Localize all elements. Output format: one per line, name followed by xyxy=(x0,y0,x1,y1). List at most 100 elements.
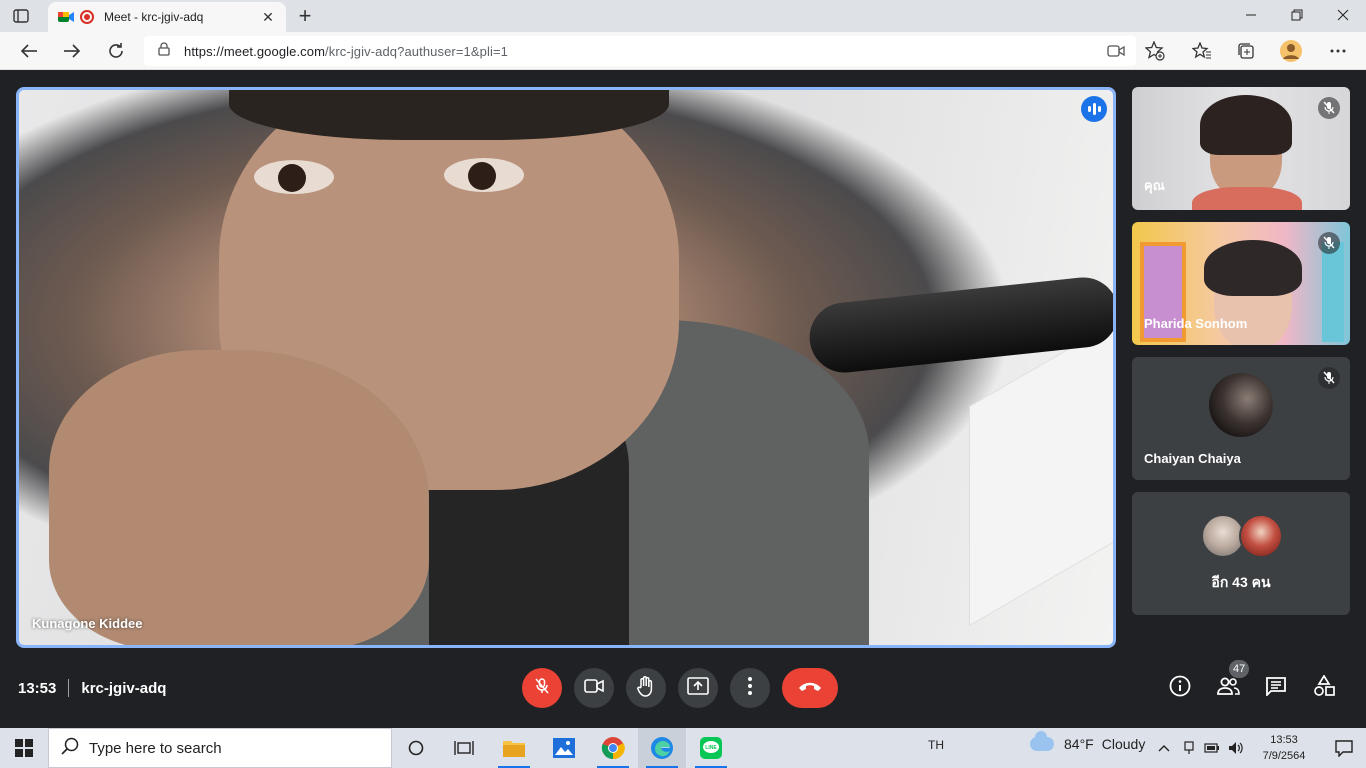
meeting-info-button[interactable] xyxy=(1163,671,1197,705)
meeting-details: 13:53 krc-jgiv-adq xyxy=(18,677,166,699)
mic-off-icon xyxy=(534,677,550,700)
people-count-badge: 47 xyxy=(1229,660,1250,678)
participant-tile-pharida[interactable]: Pharida Sonhom xyxy=(1132,222,1350,345)
mic-off-icon xyxy=(1318,367,1340,389)
participant-name: Chaiyan Chaiya xyxy=(1144,451,1241,466)
tab-actions-icon[interactable] xyxy=(10,6,32,26)
participant-name: Pharida Sonhom xyxy=(1144,316,1248,331)
activities-button[interactable] xyxy=(1307,671,1341,705)
self-video-image xyxy=(1200,95,1292,197)
network-icon[interactable] xyxy=(1180,738,1198,758)
volume-icon[interactable] xyxy=(1227,738,1245,758)
collections-icon[interactable] xyxy=(1231,36,1261,66)
speaker-hair-image xyxy=(229,90,669,140)
cortana-icon[interactable] xyxy=(392,728,440,768)
tab-title: Meet - krc-jgiv-adq xyxy=(104,10,204,24)
task-view-icon[interactable] xyxy=(440,728,488,768)
minimize-icon[interactable] xyxy=(1228,0,1274,30)
more-participants-tile[interactable]: อีก 43 คน xyxy=(1132,492,1350,615)
end-call-button[interactable] xyxy=(782,668,838,708)
camera-icon xyxy=(584,678,604,698)
info-icon xyxy=(1169,675,1191,702)
browser-tab[interactable]: Meet - krc-jgiv-adq ✕ xyxy=(48,2,286,32)
camera-toggle-button[interactable] xyxy=(574,668,614,708)
speaker-hand-image xyxy=(49,350,429,645)
profile-icon[interactable] xyxy=(1276,36,1306,66)
close-window-icon[interactable] xyxy=(1320,0,1366,30)
speaker-eye-image xyxy=(444,158,524,192)
search-icon xyxy=(61,737,79,759)
background-shelf-image xyxy=(1322,242,1344,342)
url-path: /krc-jgiv-adq?authuser=1&pli=1 xyxy=(325,43,508,59)
line-icon[interactable]: LINE xyxy=(687,728,735,768)
meet-stage: Kunagone Kiddee คุณ Pharida Sonhom Chaiy… xyxy=(0,71,1366,728)
lock-icon[interactable] xyxy=(158,41,170,61)
meet-favicon xyxy=(58,9,74,25)
raise-hand-icon xyxy=(637,675,655,702)
system-clock[interactable]: 13:53 7/9/2564 xyxy=(1256,732,1312,764)
camera-permission-icon[interactable] xyxy=(1101,36,1131,66)
forward-icon[interactable] xyxy=(57,36,87,66)
meeting-code: krc-jgiv-adq xyxy=(81,679,167,697)
activities-icon xyxy=(1313,673,1335,702)
chrome-icon[interactable] xyxy=(589,728,637,768)
favorite-add-icon[interactable] xyxy=(1140,36,1170,66)
taskbar-search-input[interactable]: Type here to search xyxy=(48,728,392,768)
recording-icon xyxy=(80,10,94,24)
participant-tile-chaiyan[interactable]: Chaiyan Chaiya xyxy=(1132,357,1350,480)
chat-button[interactable] xyxy=(1259,671,1293,705)
avatar xyxy=(1239,514,1283,558)
weather-widget[interactable]: 84°F Cloudy xyxy=(1030,731,1146,752)
url-text: https://meet.google.com/krc-jgiv-adq?aut… xyxy=(184,44,508,59)
restore-icon[interactable] xyxy=(1274,0,1320,30)
url-host: https://meet.google.com xyxy=(184,43,326,59)
clock-time: 13:53 xyxy=(1270,734,1298,746)
avatar xyxy=(1209,373,1273,437)
photos-icon[interactable] xyxy=(540,728,588,768)
weather-temp: 84°F xyxy=(1064,736,1094,752)
notifications-icon[interactable] xyxy=(1322,728,1366,768)
browser-toolbar: https://meet.google.com/krc-jgiv-adq?aut… xyxy=(0,32,1366,70)
participant-tile-self[interactable]: คุณ xyxy=(1132,87,1350,210)
participant-name: คุณ xyxy=(1144,178,1165,193)
new-tab-icon[interactable]: + xyxy=(292,3,318,28)
windows-start-icon[interactable] xyxy=(0,728,48,768)
battery-icon[interactable] xyxy=(1203,738,1221,758)
weather-desc: Cloudy xyxy=(1101,736,1146,752)
self-video-body xyxy=(1192,187,1302,210)
mic-toggle-button[interactable] xyxy=(522,668,562,708)
more-icon[interactable] xyxy=(1323,36,1353,66)
speaking-indicator-icon xyxy=(1081,96,1107,122)
chat-icon xyxy=(1265,676,1287,701)
raise-hand-button[interactable] xyxy=(626,668,666,708)
present-icon xyxy=(687,676,709,700)
back-icon[interactable] xyxy=(14,36,44,66)
divider xyxy=(68,679,70,697)
weather-icon xyxy=(1030,731,1054,751)
mic-off-icon xyxy=(1318,232,1340,254)
refresh-icon[interactable] xyxy=(101,36,131,66)
file-explorer-icon[interactable] xyxy=(490,728,538,768)
end-call-icon xyxy=(797,679,823,697)
meeting-time: 13:53 xyxy=(18,679,57,697)
favorites-icon[interactable] xyxy=(1187,36,1217,66)
input-language[interactable]: TH xyxy=(928,738,944,752)
more-options-icon xyxy=(748,676,752,700)
chevron-up-icon[interactable] xyxy=(1155,738,1173,758)
more-options-button[interactable] xyxy=(730,668,770,708)
search-placeholder: Type here to search xyxy=(89,739,222,757)
present-button[interactable] xyxy=(678,668,718,708)
people-icon xyxy=(1216,677,1240,700)
close-tab-icon[interactable]: ✕ xyxy=(258,7,278,27)
edge-icon[interactable] xyxy=(638,728,686,768)
more-participants-label: อีก 43 คน xyxy=(1211,574,1271,590)
air-conditioner-image xyxy=(969,313,1113,627)
main-participant-name: Kunagone Kiddee xyxy=(32,616,143,631)
address-bar[interactable]: https://meet.google.com/krc-jgiv-adq?aut… xyxy=(144,36,1136,66)
tab-bar: Meet - krc-jgiv-adq ✕ + xyxy=(0,0,1366,32)
clock-date: 7/9/2564 xyxy=(1262,750,1306,762)
main-video-tile[interactable]: Kunagone Kiddee xyxy=(16,87,1116,648)
taskbar: Type here to search LINE TH 84°F Cloudy … xyxy=(0,728,1366,768)
mic-off-icon xyxy=(1318,97,1340,119)
svg-text:LINE: LINE xyxy=(705,745,717,751)
